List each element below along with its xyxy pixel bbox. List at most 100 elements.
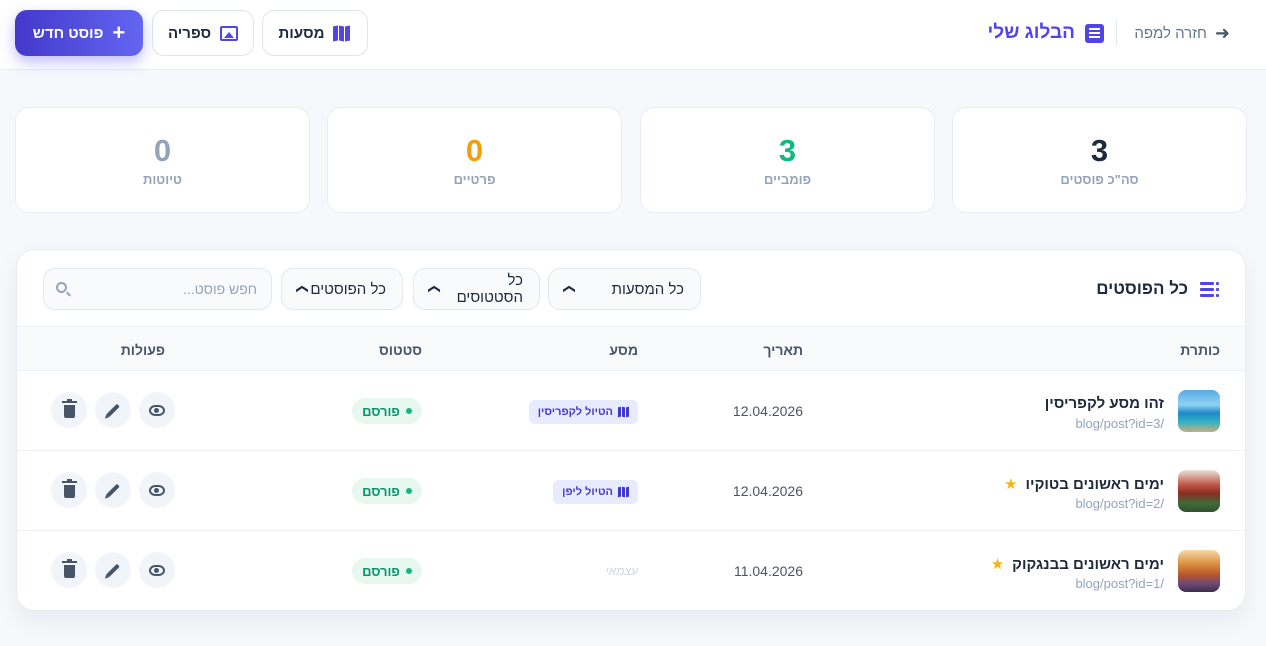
post-title-text: זהו מסע לקפריסין xyxy=(1044,395,1164,412)
stat-value: 3 xyxy=(1090,133,1109,168)
new-post-button[interactable]: + פוסט חדש xyxy=(15,10,143,56)
stat-total-posts: 3 סה"כ פוסטים xyxy=(952,107,1247,213)
star-icon: ★ xyxy=(990,556,1005,573)
eye-icon xyxy=(149,404,165,416)
trips-button-label: מסעות xyxy=(278,24,325,42)
pencil-icon xyxy=(106,483,120,497)
status-dot xyxy=(405,568,412,574)
status-filter-select[interactable]: כל הסטטוסים ❯ xyxy=(413,268,540,310)
search-icon xyxy=(56,282,67,293)
delete-post-button[interactable] xyxy=(51,392,87,428)
plus-icon: + xyxy=(112,20,126,45)
view-post-button[interactable] xyxy=(139,392,175,428)
back-link-label: חזרה למפה xyxy=(1134,24,1207,42)
map-icon xyxy=(618,486,629,498)
visibility-filter-value: כל הפוסטים xyxy=(310,280,386,298)
trash-icon xyxy=(61,559,77,578)
view-post-button[interactable] xyxy=(139,552,175,588)
gallery-button-label: ספריה xyxy=(167,24,212,42)
table-row: ימים ראשונים בטוקיו ★ /blog/post?id=2 12… xyxy=(17,451,1245,531)
stat-public-posts: 3 פומביים xyxy=(640,107,935,213)
table-row: ימים ראשונים בבנגקוק ★ /blog/post?id=1 1… xyxy=(17,531,1245,610)
delete-post-button[interactable] xyxy=(51,472,87,508)
stat-label: סה"כ פוסטים xyxy=(1060,172,1139,187)
stat-label: פרטיים xyxy=(453,172,496,187)
post-title-text: ימים ראשונים בבנגקוק xyxy=(1012,555,1164,573)
eye-icon xyxy=(149,484,165,496)
trip-independent-label: עצמאי xyxy=(605,564,638,578)
edit-post-button[interactable] xyxy=(95,472,131,508)
trips-button[interactable]: מסעות xyxy=(262,10,368,56)
view-post-button[interactable] xyxy=(139,472,175,508)
column-header-title: כותרת xyxy=(1180,342,1220,358)
post-search-input[interactable] xyxy=(71,269,271,309)
trip-filter-value: כל המסעות xyxy=(611,280,684,298)
post-thumbnail[interactable] xyxy=(1178,550,1220,592)
post-title[interactable]: ימים ראשונים בבנגקוק ★ xyxy=(990,555,1164,574)
post-title[interactable]: זהו מסע לקפריסין xyxy=(1045,395,1164,412)
pencil-icon xyxy=(106,563,120,577)
star-icon: ★ xyxy=(1004,476,1018,493)
list-icon xyxy=(1200,281,1219,297)
stat-value: 0 xyxy=(153,133,172,168)
arrow-right-icon: ➜ xyxy=(1214,22,1230,43)
post-thumbnail[interactable] xyxy=(1178,390,1220,432)
status-label: פורסם xyxy=(362,403,400,419)
chevron-down-icon: ❯ xyxy=(428,283,443,295)
chevron-down-icon: ❯ xyxy=(563,283,578,295)
blog-brand: הבלוג שלי xyxy=(987,18,1104,48)
post-search xyxy=(43,268,272,310)
trip-filter-select[interactable]: כל המסעות ❯ xyxy=(548,268,701,310)
post-title[interactable]: ימים ראשונים בטוקיו ★ xyxy=(1004,475,1164,494)
map-icon xyxy=(333,24,351,42)
visibility-filter-select[interactable]: כל הפוסטים ❯ xyxy=(281,268,403,310)
table-row: זהו מסע לקפריסין /blog/post?id=3 12.04.2… xyxy=(17,371,1245,451)
stat-label: פומביים xyxy=(763,172,812,187)
new-post-button-label: פוסט חדש xyxy=(32,24,104,42)
column-header-trip: מסע xyxy=(609,342,638,358)
posts-card-title-text: כל הפוסטים xyxy=(1096,279,1188,298)
status-dot xyxy=(405,488,412,494)
column-header-status: סטטוס xyxy=(378,342,422,358)
chevron-down-icon: ❯ xyxy=(296,283,311,295)
status-dot xyxy=(405,408,412,414)
back-to-map-link[interactable]: ➜ חזרה למפה xyxy=(1134,22,1230,44)
header-divider xyxy=(1116,20,1117,46)
post-url: /blog/post?id=2 xyxy=(1075,496,1164,511)
status-badge: פורסם xyxy=(352,478,422,504)
edit-post-button[interactable] xyxy=(95,552,131,588)
table-header: כותרת תאריך מסע סטטוס פעולות xyxy=(17,326,1245,371)
status-filter-value: כל הסטטוסים xyxy=(456,272,523,306)
post-url: /blog/post?id=3 xyxy=(1075,416,1164,431)
post-date: 11.04.2026 xyxy=(733,563,803,579)
trash-icon xyxy=(61,479,77,498)
stat-private-posts: 0 פרטיים xyxy=(327,107,622,213)
status-label: פורסם xyxy=(362,483,400,499)
brand-title: הבלוג שלי xyxy=(987,22,1076,43)
stat-value: 3 xyxy=(778,133,797,168)
status-label: פורסם xyxy=(362,563,400,579)
status-badge: פורסם xyxy=(352,558,422,584)
map-icon xyxy=(618,406,629,418)
gallery-button[interactable]: ספריה xyxy=(152,10,254,56)
trip-badge[interactable]: הטיול ליפן xyxy=(553,480,638,504)
column-header-date: תאריך xyxy=(763,342,803,358)
post-url: /blog/post?id=1 xyxy=(1075,576,1164,591)
stat-label: טיוטות xyxy=(143,172,182,187)
newspaper-icon xyxy=(1085,23,1104,43)
trip-badge[interactable]: הטיול לקפריסין xyxy=(528,400,638,424)
post-date: 12.04.2026 xyxy=(732,483,803,499)
top-bar: ➜ חזרה למפה הבלוג שלי מסעות ספריה + פוסט… xyxy=(0,0,1266,70)
post-title-text: ימים ראשונים בטוקיו xyxy=(1025,475,1164,493)
posts-card: כל הפוסטים כל המסעות ❯ כל הסטטוסים ❯ כל … xyxy=(16,249,1246,611)
post-thumbnail[interactable] xyxy=(1178,470,1220,512)
eye-icon xyxy=(149,564,165,576)
pencil-icon xyxy=(106,403,120,417)
stat-drafts: 0 טיוטות xyxy=(15,107,310,213)
trash-icon xyxy=(61,399,77,418)
delete-post-button[interactable] xyxy=(51,552,87,588)
trip-badge-label: הטיול ליפן xyxy=(562,486,613,498)
edit-post-button[interactable] xyxy=(95,392,131,428)
status-badge: פורסם xyxy=(352,398,422,424)
stat-value: 0 xyxy=(465,133,484,168)
